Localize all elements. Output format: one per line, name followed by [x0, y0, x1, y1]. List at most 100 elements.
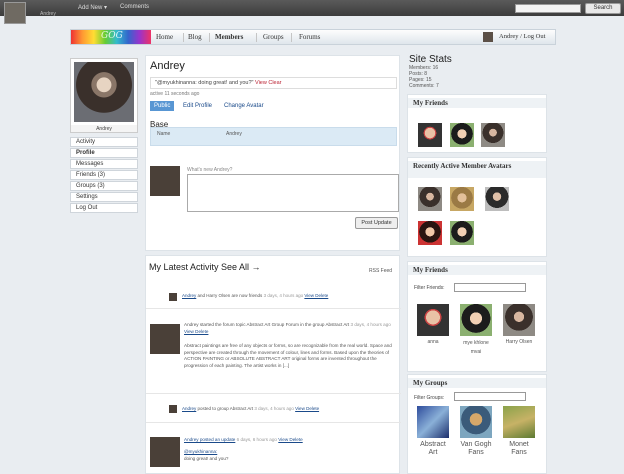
- profile-panel: Andrey "@myukhinanna: doing great! and y…: [145, 55, 400, 251]
- status-box: "@myukhinanna: doing great! and you?" Vi…: [150, 77, 397, 89]
- activity-text: and Harry Olsen are now friends: [197, 293, 263, 298]
- nav-divider: [209, 33, 210, 42]
- divider: [146, 422, 401, 423]
- activity-user-link[interactable]: Andrey: [182, 406, 196, 411]
- friend-avatar[interactable]: [418, 123, 442, 147]
- profile-sidebar: Andrey Activity Profile Messages Friends…: [70, 58, 138, 214]
- member-avatar[interactable]: [485, 187, 509, 211]
- widget-title: My Friends: [408, 98, 546, 108]
- field-value: Andrey: [226, 131, 242, 137]
- friend-name[interactable]: Harry Olsen: [502, 339, 536, 345]
- profile-avatar-image: [74, 62, 134, 122]
- stat-comments: Comments: 7: [409, 83, 439, 89]
- menu-activity[interactable]: Activity: [70, 137, 138, 147]
- filter-friends-input[interactable]: [454, 283, 526, 292]
- activity-time: 3 days, 4 hours ago: [254, 406, 294, 411]
- activity-panel: My Latest Activity See All → RSS Feed An…: [145, 255, 401, 474]
- activity-item: Andrey posted to group Abstract Art 3 da…: [182, 406, 319, 411]
- member-avatar[interactable]: [418, 187, 442, 211]
- activity-text: posted to group Abstract Art: [197, 406, 254, 411]
- logo-text: GOG: [101, 31, 123, 41]
- profile-avatar-name: Andrey: [70, 125, 138, 133]
- nav-user-link[interactable]: Andrey / Log Out: [499, 33, 545, 40]
- status-link[interactable]: View Clear: [255, 80, 282, 86]
- member-avatar[interactable]: [418, 221, 442, 245]
- avatar: [150, 166, 180, 196]
- activity-actions[interactable]: View Delete: [304, 293, 328, 298]
- tab-edit-profile[interactable]: Edit Profile: [179, 101, 216, 111]
- site-stats-list: Members: 16 Posts: 8 Pages: 15 Comments:…: [409, 65, 439, 89]
- profile-menu: Activity Profile Messages Friends (3) Gr…: [70, 137, 138, 213]
- member-avatar[interactable]: [450, 221, 474, 245]
- add-new-menu[interactable]: Add New ▾: [78, 4, 107, 11]
- group-name[interactable]: Van Gogh Fans: [459, 441, 493, 457]
- whats-new-label: What's new Andrey?: [187, 167, 233, 173]
- admin-avatar[interactable]: [4, 2, 26, 24]
- widget-title: My Groups: [408, 378, 546, 388]
- last-active: active 11 seconds ago: [150, 91, 200, 97]
- activity-title[interactable]: My Latest Activity See All →: [149, 262, 261, 272]
- friend-avatar[interactable]: [417, 304, 449, 336]
- nav-members[interactable]: Members: [215, 33, 243, 41]
- friends-filter-widget: My Friends Filter Friends: anna mye khlo…: [407, 261, 547, 372]
- activity-time: 6 days, 6 hours ago: [236, 437, 277, 442]
- widget-title: My Friends: [408, 265, 546, 275]
- avatar: [150, 437, 180, 467]
- group-name[interactable]: Monet Fans: [502, 441, 536, 457]
- search-button[interactable]: Search: [585, 3, 621, 14]
- menu-friends[interactable]: Friends (3): [70, 170, 138, 180]
- friend-avatar[interactable]: [460, 304, 492, 336]
- group-avatar[interactable]: [417, 406, 449, 438]
- filter-groups-label: Filter Groups:: [414, 395, 445, 401]
- search-input[interactable]: [515, 4, 581, 13]
- site-stats-title: Site Stats: [409, 54, 452, 65]
- group-name[interactable]: Abstract Art: [416, 441, 450, 457]
- field-label: Name: [157, 131, 171, 137]
- member-avatar[interactable]: [450, 187, 474, 211]
- menu-logout[interactable]: Log Out: [70, 203, 138, 213]
- nav-blog[interactable]: Blog: [188, 33, 202, 41]
- menu-groups[interactable]: Groups (3): [70, 181, 138, 191]
- friend-name[interactable]: mye khlone mvai: [459, 339, 493, 357]
- rss-feed-link[interactable]: RSS Feed: [369, 268, 392, 274]
- friend-avatar[interactable]: [503, 304, 535, 336]
- divider: [146, 308, 401, 309]
- comments-link[interactable]: Comments: [120, 4, 149, 10]
- admin-user-name[interactable]: Andrey: [40, 11, 56, 17]
- friend-avatar[interactable]: [450, 123, 474, 147]
- tab-change-avatar[interactable]: Change Avatar: [220, 101, 268, 111]
- group-avatar[interactable]: [460, 406, 492, 438]
- friend-name[interactable]: anna: [416, 339, 450, 345]
- divider: [146, 393, 401, 394]
- group-avatar[interactable]: [503, 406, 535, 438]
- nav-forums[interactable]: Forums: [299, 33, 320, 41]
- activity-item: Andrey started the forum topic Abstract …: [184, 322, 394, 335]
- filter-groups-input[interactable]: [454, 392, 526, 401]
- groups-widget: My Groups Filter Groups: Abstract Art Va…: [407, 374, 547, 474]
- tab-public[interactable]: Public: [150, 101, 175, 111]
- filter-friends-label: Filter Friends:: [414, 285, 445, 291]
- nav-groups[interactable]: Groups: [263, 33, 284, 41]
- menu-settings[interactable]: Settings: [70, 192, 138, 202]
- site-logo[interactable]: GOG: [71, 30, 151, 44]
- widget-title: Recently Active Member Avatars: [408, 161, 546, 178]
- activity-item: Andrey posted an update 6 days, 6 hours …: [184, 437, 394, 444]
- activity-actions[interactable]: View Delete: [295, 406, 319, 411]
- activity-actions[interactable]: View Delete: [184, 329, 208, 334]
- nav-divider: [256, 33, 257, 42]
- activity-actions[interactable]: View Delete: [278, 437, 302, 442]
- nav-home[interactable]: Home: [156, 33, 173, 41]
- status-text: "@myukhinanna: doing great! and you?": [155, 80, 254, 86]
- post-update-button[interactable]: Post Update: [355, 217, 398, 229]
- whats-new-textarea[interactable]: [187, 174, 399, 212]
- activity-item: Andrey and Harry Olsen are now friends 3…: [182, 293, 328, 298]
- profile-avatar[interactable]: [70, 58, 138, 126]
- activity-user-link[interactable]: Andrey: [182, 293, 196, 298]
- mention-link[interactable]: @myukhinanna:: [184, 449, 394, 456]
- menu-profile[interactable]: Profile: [70, 148, 138, 158]
- friend-avatar[interactable]: [481, 123, 505, 147]
- activity-header: Andrey posted an update: [184, 437, 236, 442]
- page-title: Andrey: [150, 60, 185, 72]
- profile-fields-table: Name Andrey: [150, 127, 397, 146]
- menu-messages[interactable]: Messages: [70, 159, 138, 169]
